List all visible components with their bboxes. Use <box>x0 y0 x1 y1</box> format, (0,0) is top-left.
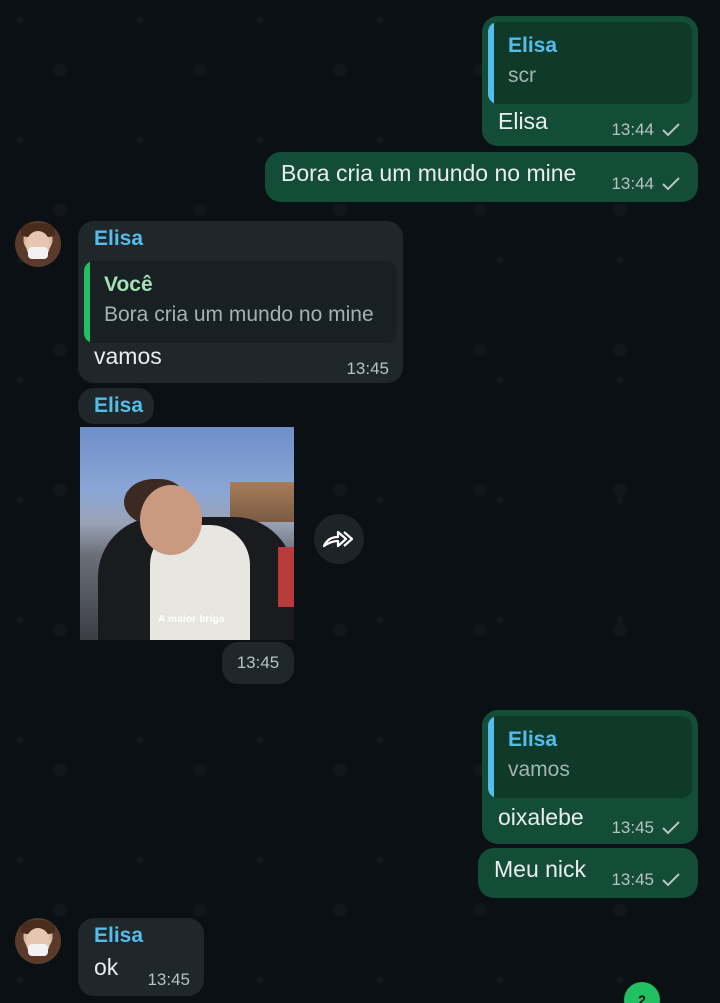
quote-bar <box>84 261 90 343</box>
quote-bar <box>488 22 494 104</box>
quoted-sender: Elisa <box>508 728 558 751</box>
video-caption: A maior briga <box>158 614 225 625</box>
quoted-text: scr <box>508 64 536 87</box>
check-icon <box>662 177 680 191</box>
message-time: 13:45 <box>346 359 389 378</box>
quoted-message[interactable]: Elisa scr <box>488 22 692 104</box>
unread-count-badge[interactable]: 2 <box>624 982 660 1003</box>
check-icon <box>662 873 680 887</box>
message-meta: 13:45 <box>611 870 682 890</box>
message-bubble-outgoing[interactable]: Elisa scr Elisa 13:44 <box>482 16 698 146</box>
quoted-text: vamos <box>508 758 570 781</box>
message-bubble-incoming-media[interactable]: Elisa <box>78 388 154 424</box>
message-text: Meu nick <box>494 856 587 882</box>
message-bubble-outgoing[interactable]: Meu nick 13:45 <box>478 848 698 898</box>
quoted-sender: Você <box>104 273 153 296</box>
contact-avatar[interactable] <box>15 918 61 964</box>
message-text: ok <box>94 954 119 980</box>
contact-avatar[interactable] <box>15 221 61 267</box>
sender-name: Elisa <box>94 924 144 947</box>
quoted-message[interactable]: Você Bora cria um mundo no mine <box>84 261 397 343</box>
message-text: Elisa <box>498 108 548 134</box>
message-text: vamos <box>94 343 162 369</box>
message-time: 13:44 <box>611 174 654 193</box>
message-bubble-outgoing[interactable]: Bora cria um mundo no mine 13:44 <box>265 152 698 202</box>
message-time: 13:45 <box>611 870 654 889</box>
message-time: 13:44 <box>611 120 654 139</box>
message-meta: 13:45 <box>346 359 389 379</box>
message-time: 13:45 <box>611 818 654 837</box>
message-meta: 13:45 <box>611 818 682 838</box>
check-icon <box>662 821 680 835</box>
message-bubble-incoming[interactable]: Elisa Você Bora cria um mundo no mine va… <box>78 221 403 383</box>
message-meta: 13:44 <box>611 174 682 194</box>
quoted-sender: Elisa <box>508 34 558 57</box>
quoted-message[interactable]: Elisa vamos <box>488 716 692 798</box>
message-meta: 13:45 <box>147 970 190 990</box>
forward-button[interactable] <box>314 514 364 564</box>
quoted-text: Bora cria um mundo no mine <box>104 303 374 326</box>
message-bubble-incoming[interactable]: Elisa ok 13:45 <box>78 918 204 996</box>
message-meta: 13:44 <box>611 120 682 140</box>
message-time: 13:45 <box>147 970 190 989</box>
forward-icon <box>322 530 354 548</box>
message-bubble-outgoing[interactable]: Elisa vamos oixalebe 13:45 <box>482 710 698 844</box>
video-thumbnail[interactable]: A maior briga <box>80 427 294 640</box>
message-time: 13:45 <box>236 653 280 672</box>
sender-name: Elisa <box>94 394 144 417</box>
sender-name: Elisa <box>94 227 144 250</box>
message-text: Bora cria um mundo no mine <box>281 160 577 186</box>
media-time: 13:45 <box>222 642 294 684</box>
quote-bar <box>488 716 494 798</box>
message-text: oixalebe <box>498 804 584 830</box>
check-icon <box>662 123 680 137</box>
